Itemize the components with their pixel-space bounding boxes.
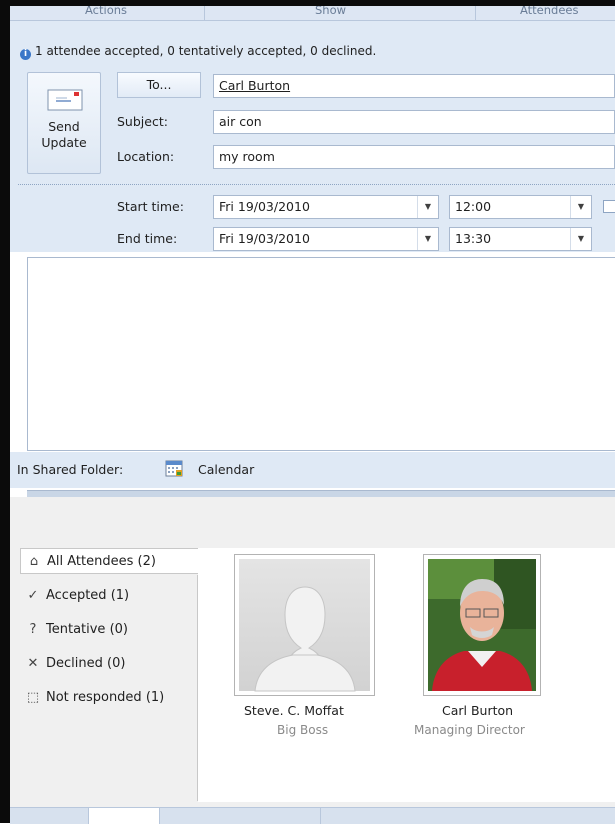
attendee-cards: Steve. C. Moffat Big Boss Carl Burton Ma…	[198, 548, 615, 802]
filter-label: Not responded (1)	[46, 690, 165, 705]
placeholder-person-icon	[239, 559, 370, 692]
bottom-tab-active[interactable]	[89, 808, 160, 824]
subject-field[interactable]: air con	[213, 110, 615, 134]
start-time-label: Start time:	[117, 199, 184, 214]
calendar-icon	[165, 460, 183, 477]
filter-tentative[interactable]: ? Tentative (0)	[26, 617, 128, 643]
check-icon: ✓	[27, 588, 39, 603]
dropdown-arrow-icon[interactable]: ▼	[570, 228, 591, 250]
attendee-name: Carl Burton	[442, 703, 514, 718]
filter-accepted[interactable]: ✓ Accepted (1)	[26, 583, 130, 609]
start-time-value: 12:00	[455, 199, 492, 214]
end-time-value: 13:30	[455, 231, 492, 246]
end-date-value: Fri 19/03/2010	[219, 231, 310, 246]
filter-all-attendees[interactable]: ⌂ All Attendees (2)	[20, 548, 198, 574]
filter-not-responded[interactable]: ⬚ Not responded (1)	[26, 685, 164, 711]
subject-label: Subject:	[117, 114, 168, 129]
all-day-checkbox[interactable]	[603, 200, 615, 213]
filter-label: Tentative (0)	[46, 622, 128, 637]
start-date-value: Fri 19/03/2010	[219, 199, 310, 214]
info-bar: i 1 attendee accepted, 0 tentatively acce…	[20, 44, 376, 60]
filter-declined[interactable]: ✕ Declined (0)	[26, 651, 126, 677]
ribbon-separator	[204, 6, 205, 20]
attendee-role: Managing Director	[414, 723, 525, 737]
info-icon: i	[20, 49, 31, 60]
start-date-picker[interactable]: Fri 19/03/2010 ▼	[213, 195, 439, 219]
filter-label: Declined (0)	[46, 656, 126, 671]
meeting-body-editor[interactable]	[27, 257, 615, 451]
shared-folder-name[interactable]: Calendar	[198, 462, 254, 477]
end-time-picker[interactable]: 13:30 ▼	[449, 227, 592, 251]
section-divider	[18, 184, 615, 185]
end-time-label: End time:	[117, 231, 178, 246]
bottom-tab[interactable]	[160, 808, 321, 824]
send-label-line2: Update	[41, 135, 87, 150]
dropdown-arrow-icon[interactable]: ▼	[570, 196, 591, 218]
ribbon-group-attendees: Attendees	[520, 6, 579, 17]
location-label: Location:	[117, 149, 175, 164]
question-icon: ?	[29, 622, 37, 637]
avatar	[234, 554, 375, 696]
send-update-label: Send Update	[28, 119, 100, 151]
meeting-window: Actions Show Attendees i 1 attendee accep…	[0, 0, 615, 824]
bottom-tab[interactable]	[10, 808, 89, 824]
filter-label: All Attendees (2)	[47, 554, 156, 569]
person-photo-icon	[428, 559, 536, 691]
window-edge-left	[0, 0, 10, 823]
shared-folder-label: In Shared Folder:	[17, 462, 124, 477]
to-button[interactable]: To...	[117, 72, 201, 98]
ribbon-group-actions: Actions	[85, 6, 128, 17]
to-field[interactable]: Carl Burton	[213, 74, 615, 98]
filter-label: Accepted (1)	[46, 588, 130, 603]
dropdown-arrow-icon[interactable]: ▼	[417, 196, 438, 218]
attendee-role: Big Boss	[277, 723, 329, 737]
envelope-icon	[47, 89, 83, 111]
ribbon-group-labels: Actions Show Attendees	[10, 6, 615, 21]
dotted-box-icon: ⬚	[26, 690, 40, 705]
location-field[interactable]: my room	[213, 145, 615, 169]
attendee-name: Steve. C. Moffat	[244, 703, 344, 718]
ribbon-separator	[475, 6, 476, 20]
dropdown-arrow-icon[interactable]: ▼	[417, 228, 438, 250]
info-message: 1 attendee accepted, 0 tentatively accep…	[35, 44, 377, 58]
bottom-tab-strip	[10, 807, 615, 824]
start-time-picker[interactable]: 12:00 ▼	[449, 195, 592, 219]
avatar	[423, 554, 541, 696]
end-date-picker[interactable]: Fri 19/03/2010 ▼	[213, 227, 439, 251]
cross-icon: ✕	[27, 656, 39, 671]
ribbon-group-show: Show	[315, 6, 347, 17]
send-update-button[interactable]: Send Update	[27, 72, 101, 174]
send-label-line1: Send	[48, 119, 80, 134]
attendee-filter-list: ⌂ All Attendees (2) ✓ Accepted (1) ? Tentat…	[20, 548, 198, 802]
home-icon: ⌂	[29, 554, 39, 569]
